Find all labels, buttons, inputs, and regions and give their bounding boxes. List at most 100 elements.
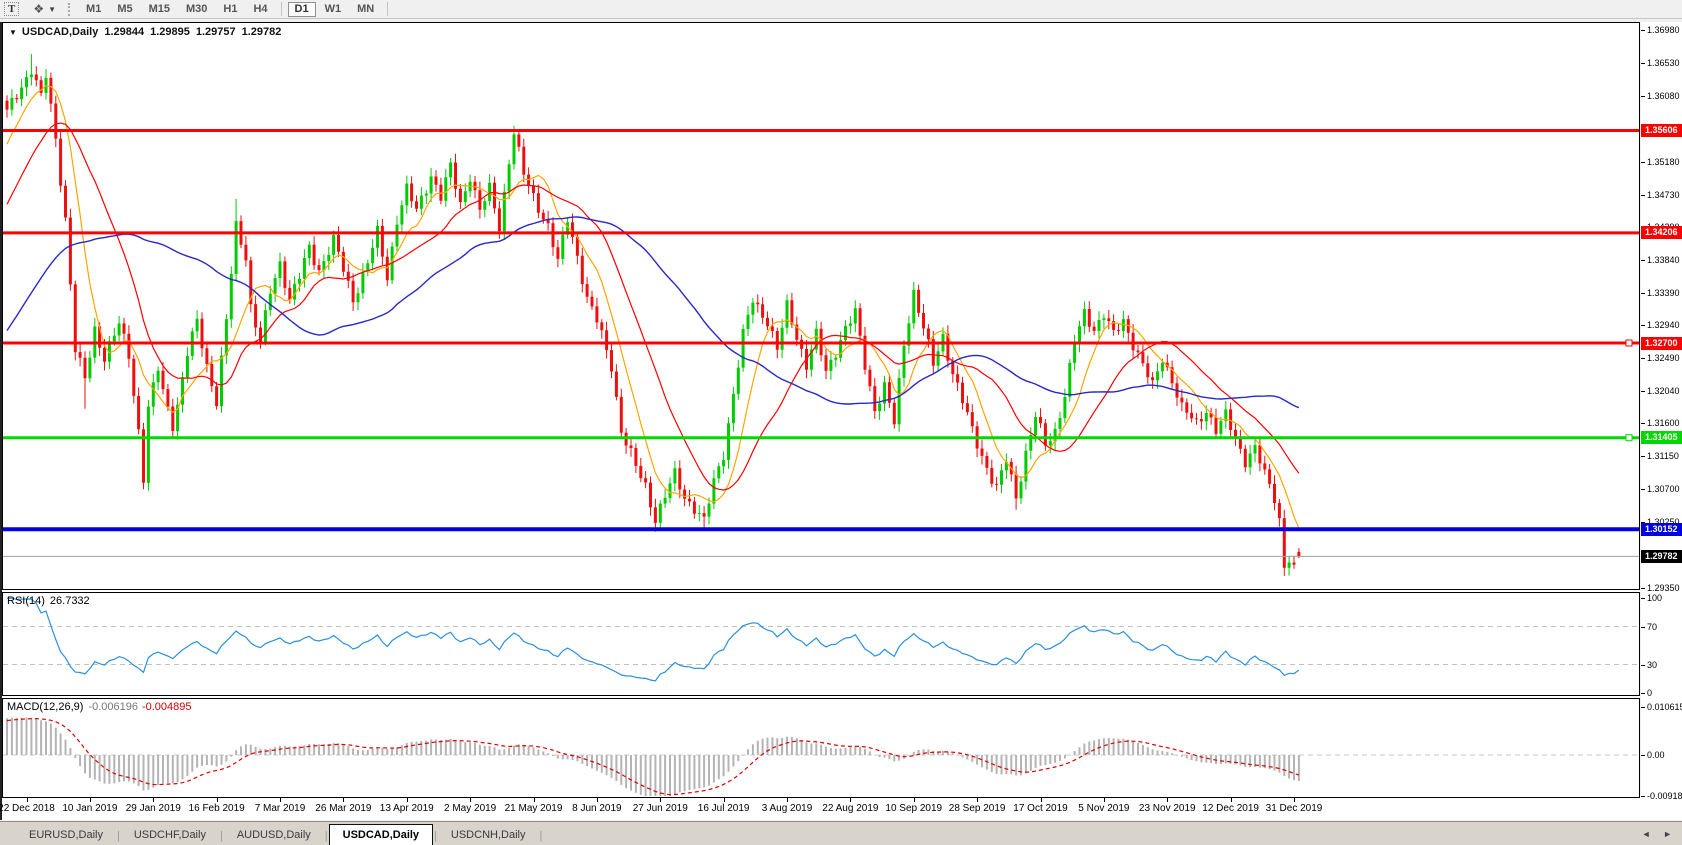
axis-tick-mark — [1641, 627, 1645, 628]
tab-AUDUSD[interactable]: AUDUSD,Daily — [224, 825, 324, 845]
timeframe-M30[interactable]: M30 — [179, 2, 214, 17]
date-tick-mark — [27, 798, 28, 802]
line-handle[interactable] — [1626, 435, 1632, 441]
timeframe-M1[interactable]: M1 — [79, 2, 108, 17]
timeframe-M15[interactable]: M15 — [142, 2, 177, 17]
price-axis-tick: 1.32490 — [1647, 353, 1680, 363]
date-axis-label: 3 Aug 2019 — [762, 803, 813, 814]
rsi-axis-tick: 30 — [1647, 660, 1657, 670]
axis-tick-mark — [1641, 693, 1645, 694]
toolbar-separator — [281, 2, 282, 16]
axis-tick-mark — [1641, 796, 1645, 797]
date-tick-mark — [914, 798, 915, 802]
date-axis-label: 27 Jun 2019 — [633, 803, 688, 814]
text-tool-button[interactable]: T — [4, 2, 19, 16]
date-tick-mark — [343, 798, 344, 802]
macd-value: -0.006196 — [88, 701, 138, 713]
price-axis-tick: 1.31150 — [1647, 451, 1679, 461]
timeframe-D1[interactable]: D1 — [288, 2, 316, 17]
ohlc-low: 1.29757 — [196, 26, 236, 38]
date-axis-label: 17 Oct 2019 — [1013, 803, 1067, 814]
timeframe-W1[interactable]: W1 — [318, 2, 349, 17]
text-tool-icon: T — [4, 2, 19, 16]
date-axis-label: 22 Dec 2018 — [0, 803, 55, 814]
axis-tick-mark — [1641, 456, 1645, 457]
macd-axis-tick: 0.00 — [1647, 750, 1665, 760]
macd-canvas[interactable] — [3, 699, 1639, 797]
date-tick-mark — [850, 798, 851, 802]
timeframe-M5[interactable]: M5 — [110, 2, 139, 17]
timeframe-H4[interactable]: H4 — [246, 2, 274, 17]
date-axis-label: 28 Sep 2019 — [949, 803, 1006, 814]
date-axis-label: 2 May 2019 — [444, 803, 496, 814]
hline-price-label[interactable]: 1.31405 — [1641, 431, 1682, 444]
toolbar-separator — [387, 2, 388, 16]
tab-USDCHF[interactable]: USDCHF,Daily — [121, 825, 219, 845]
axis-tick-mark — [1641, 588, 1645, 589]
tab-scroll-right-icon[interactable]: ► — [1663, 829, 1672, 839]
date-axis-label: 8 Jun 2019 — [572, 803, 622, 814]
date-tick-mark — [280, 798, 281, 802]
rsi-canvas[interactable] — [3, 593, 1639, 695]
price-axis-tick: 1.32940 — [1647, 320, 1680, 330]
price-axis-tick: 1.35180 — [1647, 157, 1680, 167]
price-axis[interactable]: 1.369801.365301.360801.356301.351801.347… — [1641, 22, 1682, 798]
date-axis-label: 10 Sep 2019 — [885, 803, 942, 814]
axis-tick-mark — [1641, 293, 1645, 294]
date-tick-mark — [1231, 798, 1232, 802]
axis-tick-mark — [1641, 162, 1645, 163]
date-axis-label: 26 Mar 2019 — [315, 803, 371, 814]
date-tick-mark — [407, 798, 408, 802]
hline-price-label[interactable]: 1.32700 — [1641, 337, 1682, 350]
date-tick-mark — [597, 798, 598, 802]
axis-tick-mark — [1641, 598, 1645, 599]
candle-bodies — [6, 75, 1301, 568]
date-axis-label: 7 Mar 2019 — [255, 803, 306, 814]
timeframe-MN[interactable]: MN — [350, 2, 381, 17]
draw-tool-button[interactable]: ❖ ▼ — [23, 2, 56, 16]
date-axis-label: 22 Aug 2019 — [822, 803, 878, 814]
date-tick-mark — [153, 798, 154, 802]
price-axis-tick: 1.36530 — [1647, 58, 1680, 68]
tab-EURUSD[interactable]: EURUSD,Daily — [16, 825, 116, 845]
ohlc-high: 1.29895 — [150, 26, 190, 38]
rsi-name: RSI(14) — [7, 595, 45, 607]
hline-price-label[interactable]: 1.35606 — [1641, 124, 1682, 137]
macd-panel: MACD(12,26,9) -0.006196 -0.004895 — [2, 698, 1640, 798]
date-axis-label: 5 Nov 2019 — [1078, 803, 1129, 814]
date-tick-mark — [217, 798, 218, 802]
axis-tick-mark — [1641, 30, 1645, 31]
price-axis-tick: 1.36080 — [1647, 91, 1680, 101]
macd-name: MACD(12,26,9) — [7, 701, 83, 713]
hline-price-label[interactable]: 1.30152 — [1641, 523, 1682, 536]
axis-tick-mark — [1641, 96, 1645, 97]
chart-tab-bar: EURUSD,Daily|USDCHF,Daily|AUDUSD,Daily|U… — [0, 821, 1682, 845]
price-axis-tick: 1.36980 — [1647, 25, 1680, 35]
date-axis[interactable]: 22 Dec 201810 Jan 201929 Jan 201916 Feb … — [2, 798, 1682, 820]
tab-USDCAD[interactable]: USDCAD,Daily — [329, 824, 433, 845]
hline-price-label[interactable]: 1.34206 — [1641, 226, 1682, 239]
rsi-value: 26.7332 — [50, 595, 90, 607]
tab-scroll-buttons: ◄ ► — [1632, 829, 1672, 839]
timeframe-toolbar: M1M5M15M30H1H4 D1W1MN — [78, 0, 393, 18]
main-chart-canvas[interactable] — [3, 23, 1639, 589]
toolbar-grip[interactable] — [68, 3, 70, 16]
timeframe-H1[interactable]: H1 — [216, 2, 244, 17]
macd-signal-value: -0.004895 — [142, 701, 192, 713]
price-axis-tick: 1.33390 — [1647, 288, 1680, 298]
axis-tick-mark — [1641, 665, 1645, 666]
tab-scroll-left-icon[interactable]: ◄ — [1642, 829, 1651, 839]
tab-USDCNH[interactable]: USDCNH,Daily — [438, 825, 539, 845]
tab-separator: | — [538, 827, 543, 845]
date-tick-mark — [90, 798, 91, 802]
axis-tick-mark — [1641, 358, 1645, 359]
axis-tick-mark — [1641, 195, 1645, 196]
chevron-down-icon: ▼ — [48, 5, 56, 14]
axis-tick-mark — [1641, 63, 1645, 64]
draw-tool-icon: ❖ — [33, 2, 44, 16]
ma-line-fast — [7, 86, 1299, 528]
axis-tick-mark — [1641, 260, 1645, 261]
line-handle[interactable] — [1626, 340, 1632, 346]
chart-menu-icon[interactable]: ▼ — [9, 28, 17, 37]
date-axis-label: 23 Nov 2019 — [1139, 803, 1196, 814]
